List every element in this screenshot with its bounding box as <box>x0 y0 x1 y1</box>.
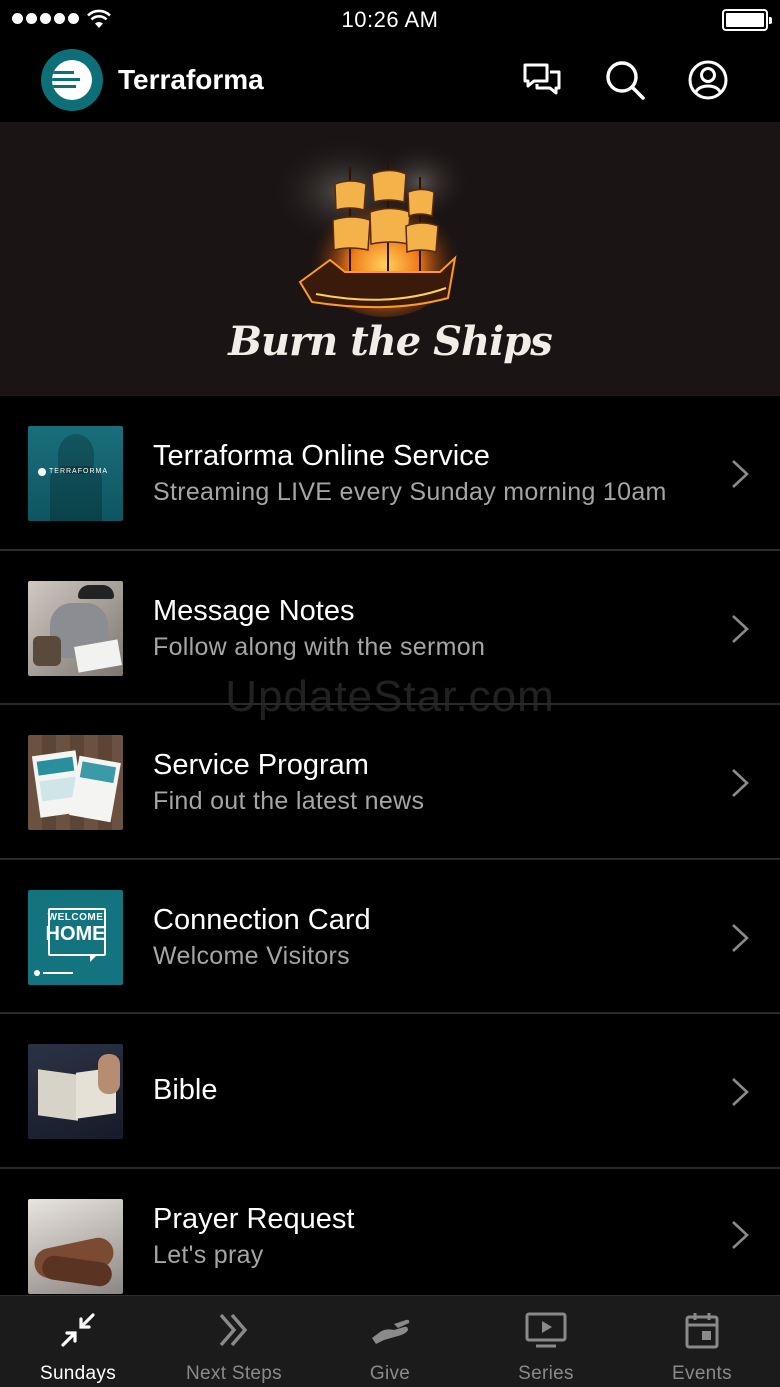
tab-series[interactable]: Series <box>468 1296 624 1387</box>
chevron-right-icon <box>732 614 749 643</box>
list-item-subtitle: Find out the latest news <box>153 787 425 815</box>
chevron-right-icon <box>732 923 749 952</box>
thumbnail-home-text: HOME <box>45 922 106 945</box>
list-item-message-notes[interactable]: Message Notes Follow along with the serm… <box>0 551 780 705</box>
terraforma-logo[interactable] <box>41 49 103 111</box>
list-item-service-program[interactable]: Service Program Find out the latest news <box>0 705 780 860</box>
list-item-title: Service Program <box>153 749 369 781</box>
menu-list: TERRAFORMA Terraforma Online Service Str… <box>0 396 780 1323</box>
list-item-title: Message Notes <box>153 594 355 627</box>
tab-give[interactable]: Give <box>312 1296 468 1387</box>
tab-next-steps[interactable]: Next Steps <box>156 1296 312 1387</box>
bible-thumbnail <box>28 1044 123 1139</box>
status-time: 10:26 AM <box>341 7 439 32</box>
chevron-right-icon <box>732 769 749 797</box>
search-icon[interactable] <box>604 59 646 101</box>
list-item-title: Bible <box>153 1074 218 1106</box>
prayer-request-thumbnail <box>28 1198 123 1294</box>
list-item-title: Connection Card <box>153 903 371 936</box>
tab-label: Series <box>518 1363 574 1384</box>
battery-icon <box>722 9 772 31</box>
play-screen-icon <box>525 1312 567 1348</box>
calendar-icon <box>685 1313 719 1349</box>
connection-card-thumbnail: WELCOME HOME <box>28 889 123 985</box>
chevron-right-icon <box>732 1220 749 1249</box>
list-item-title: Prayer Request <box>153 1202 355 1235</box>
collapse-arrows-icon <box>61 1313 95 1347</box>
account-icon[interactable] <box>687 59 729 101</box>
list-item-subtitle: Streaming LIVE every Sunday morning 10am <box>153 478 667 506</box>
service-program-thumbnail <box>28 735 123 830</box>
list-item-subtitle: Welcome Visitors <box>153 941 350 970</box>
tab-events[interactable]: Events <box>624 1296 780 1387</box>
hero-title: Burn the Ships <box>228 318 553 365</box>
online-service-thumbnail: TERRAFORMA <box>28 426 123 521</box>
app-title: Terraforma <box>118 64 264 95</box>
list-item-title: Terraforma Online Service <box>153 440 490 472</box>
message-notes-thumbnail <box>28 580 123 676</box>
list-item-subtitle: Let's pray <box>153 1240 264 1269</box>
tab-label: Next Steps <box>186 1363 282 1384</box>
list-item-connection-card[interactable]: WELCOME HOME Connection Card Welcome Vis… <box>0 860 780 1014</box>
chat-icon[interactable] <box>521 59 563 101</box>
app-header: Terraforma <box>0 40 780 122</box>
give-hand-icon <box>372 1319 410 1344</box>
list-item-bible[interactable]: Bible <box>0 1014 780 1169</box>
tab-bar: Sundays Next Steps Give Series Events <box>0 1295 780 1387</box>
tab-label: Sundays <box>39 1363 117 1384</box>
chevron-right-icon <box>732 1078 749 1106</box>
status-bar: 10:26 AM <box>0 0 780 40</box>
thumbnail-welcome-text: WELCOME <box>47 911 104 923</box>
tab-label: Give <box>369 1363 411 1384</box>
list-item-online-service[interactable]: TERRAFORMA Terraforma Online Service Str… <box>0 396 780 551</box>
tab-sundays[interactable]: Sundays <box>0 1296 156 1387</box>
tab-label: Events <box>672 1363 732 1384</box>
chevron-right-icon <box>732 460 749 488</box>
hero-banner[interactable]: Burn the Ships <box>0 122 780 396</box>
double-chevron-icon <box>219 1313 248 1347</box>
list-item-subtitle: Follow along with the sermon <box>153 632 486 661</box>
thumbnail-brand-text: TERRAFORMA <box>49 468 108 475</box>
